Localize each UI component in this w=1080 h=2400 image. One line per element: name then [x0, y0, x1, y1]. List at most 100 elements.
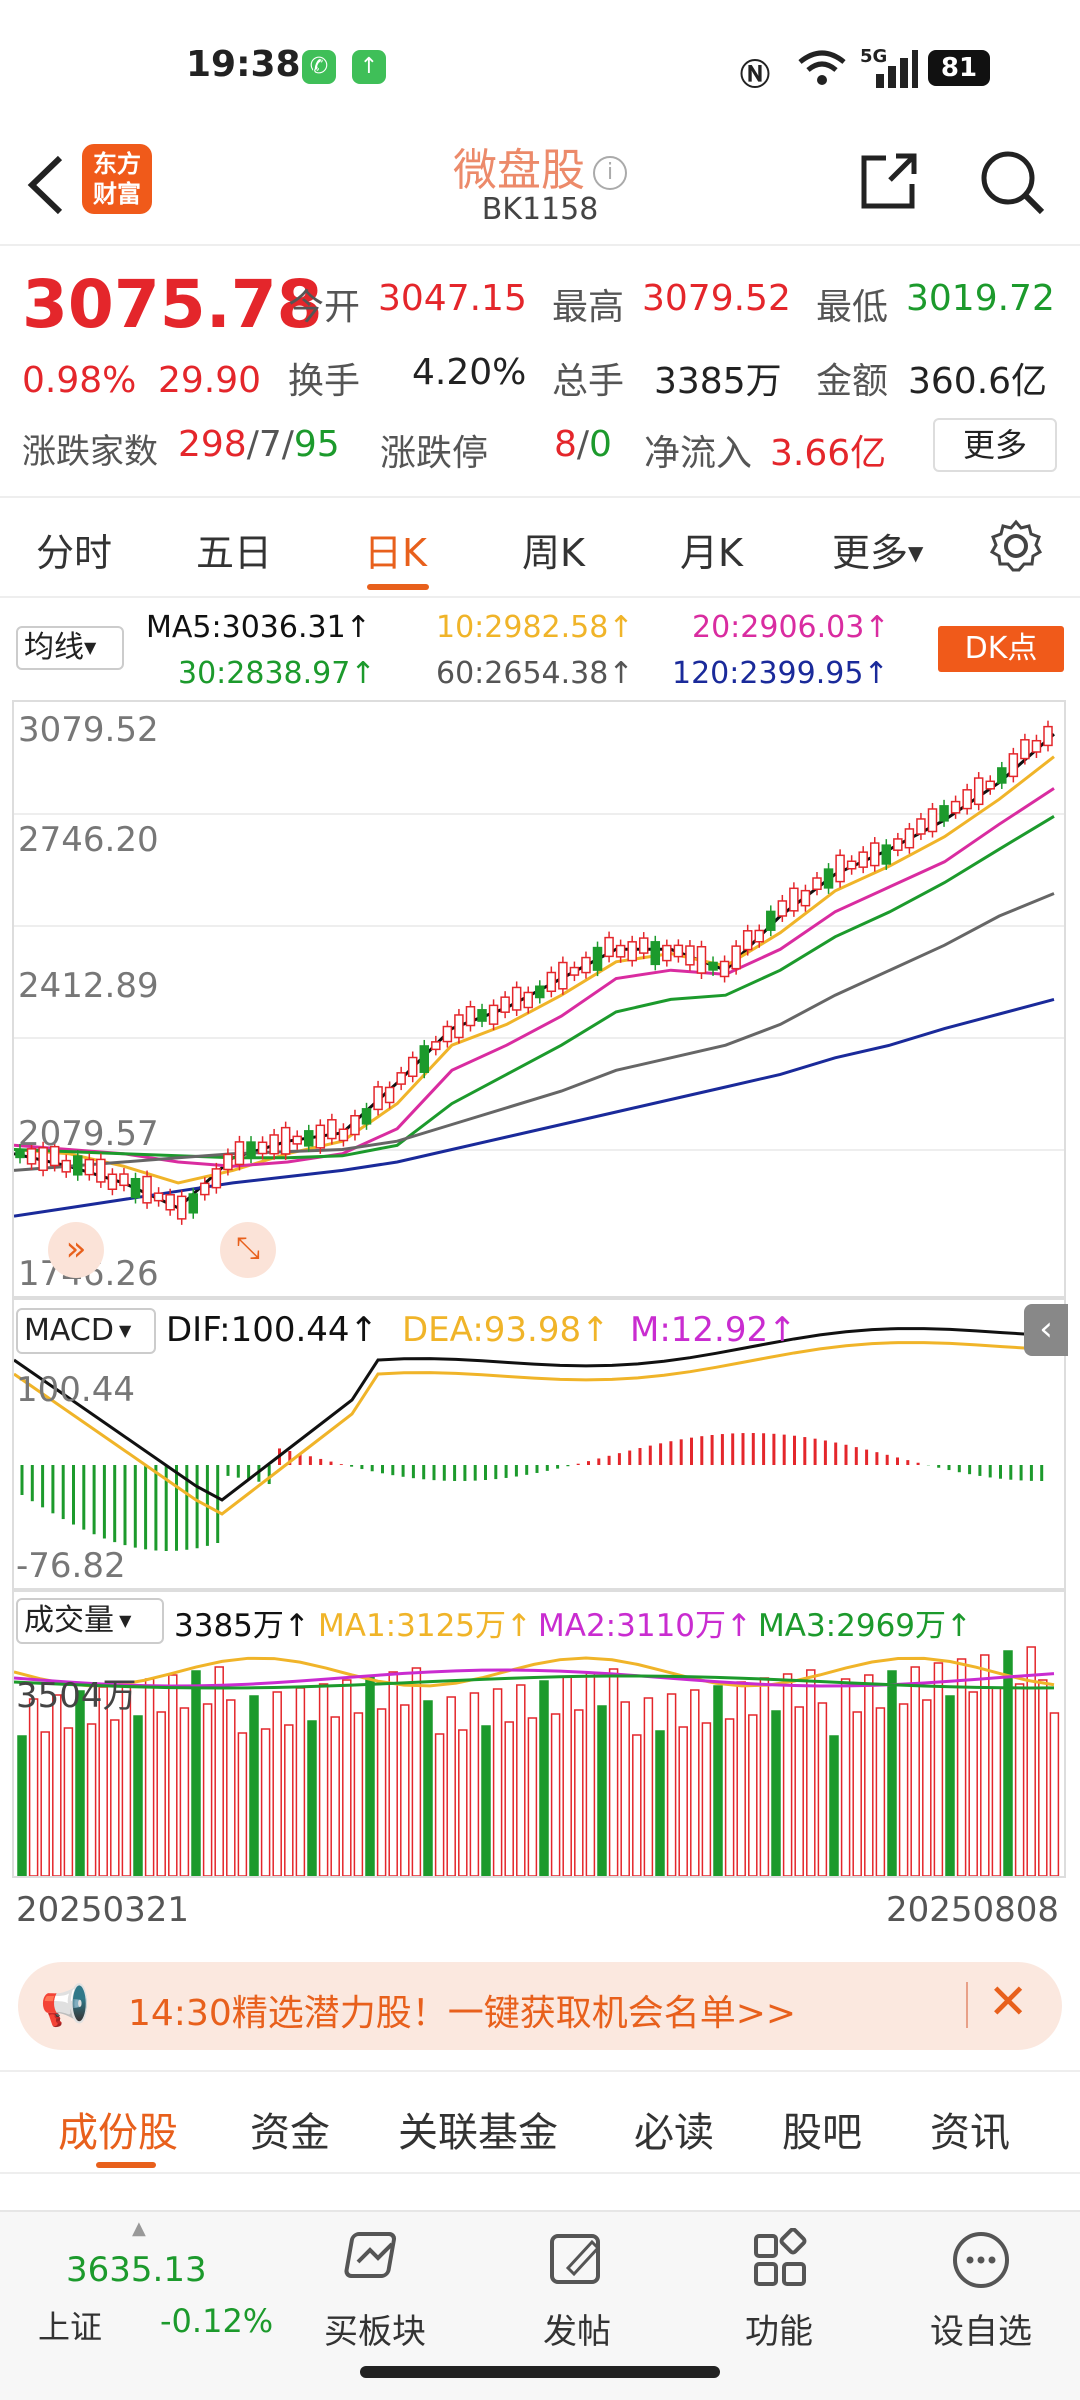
- ma-selector-label: 均线: [24, 630, 84, 665]
- volume-bar: [52, 1694, 62, 1876]
- candle: [581, 956, 591, 974]
- candle: [962, 789, 972, 810]
- candle: [304, 1130, 314, 1147]
- candle: [592, 946, 603, 971]
- volume-bar: [817, 1702, 828, 1876]
- close-icon[interactable]: ✕: [988, 1974, 1028, 2030]
- more-quote-button[interactable]: 更多: [933, 418, 1057, 472]
- tab-must-read[interactable]: 必读: [634, 2100, 714, 2158]
- index-name[interactable]: 上证: [38, 2302, 102, 2348]
- dk-point-button[interactable]: DK点: [938, 626, 1064, 672]
- promo-banner[interactable]: 📢 14:30精选潜力股！一键获取机会名单>> ✕: [18, 1962, 1062, 2050]
- volume-bar: [469, 1692, 480, 1876]
- volume-bar: [910, 1666, 920, 1876]
- tab-related-funds[interactable]: 关联基金: [398, 2100, 558, 2158]
- gear-icon[interactable]: [988, 518, 1044, 574]
- vol-ma3-text: MA3:2969万: [758, 1608, 947, 1644]
- up-arrow-icon: ↑: [608, 656, 634, 691]
- volume-bar: [434, 1733, 445, 1876]
- m-text: M:12.92: [630, 1310, 769, 1350]
- candle: [188, 1193, 199, 1214]
- tab-monthly-k[interactable]: 月K: [680, 522, 743, 577]
- amount-label: 金额: [816, 361, 889, 402]
- volume-bar: [632, 1734, 642, 1876]
- candle: [442, 1025, 453, 1043]
- tab-stock-forum[interactable]: 股吧: [782, 2100, 862, 2158]
- dif-text: DIF:100.44: [166, 1310, 350, 1350]
- candle: [431, 1041, 441, 1051]
- buy-board-button[interactable]: 买板块: [310, 2228, 440, 2353]
- search-icon[interactable]: [976, 146, 1048, 218]
- tab-news[interactable]: 资讯: [930, 2100, 1010, 2158]
- home-indicator: [360, 2366, 720, 2378]
- volume-bar: [678, 1726, 688, 1876]
- volume-bar: [411, 1667, 422, 1876]
- candle: [893, 838, 903, 851]
- functions-button[interactable]: 功能: [714, 2227, 844, 2353]
- ma60-text: 60:2654.38: [436, 656, 609, 691]
- candle: [130, 1177, 141, 1199]
- volume-bar: [17, 1735, 27, 1876]
- ma-line-ma10: [14, 755, 1055, 1185]
- low-value: 3019.72: [906, 278, 1055, 319]
- ma-line-ma5: [14, 732, 1055, 1210]
- candle: [685, 945, 695, 966]
- phone-app-icon: ✆: [302, 50, 336, 84]
- volume-bar: [237, 1732, 248, 1876]
- end-date: 20250808: [886, 1890, 1060, 1930]
- volume-selector[interactable]: 成交量 ▼: [16, 1598, 164, 1644]
- candle: [766, 910, 776, 931]
- tab-constituents[interactable]: 成份股: [58, 2100, 178, 2158]
- tab-more[interactable]: 更多▼: [832, 522, 923, 577]
- candle: [384, 1086, 395, 1104]
- candle: [708, 961, 718, 971]
- open-label: 今开: [288, 287, 361, 328]
- tab-capital[interactable]: 资金: [250, 2100, 330, 2158]
- nfc-icon: Ⓝ: [740, 58, 770, 93]
- ma-selector[interactable]: 均线▼: [16, 626, 124, 670]
- candle: [246, 1141, 256, 1158]
- volume-bar: [713, 1685, 723, 1876]
- candle: [292, 1135, 302, 1145]
- volume-bar: [1014, 1683, 1025, 1876]
- add-watchlist-button[interactable]: 设自选: [916, 2228, 1046, 2353]
- banner-text: 14:30精选潜力股！一键获取机会名单>>: [128, 1993, 797, 2034]
- collapse-panel-icon[interactable]: ‹: [1024, 1304, 1068, 1356]
- volume-bar: [539, 1680, 549, 1876]
- functions-label: 功能: [745, 2312, 813, 2352]
- fullscreen-icon[interactable]: ⤡: [220, 1222, 276, 1278]
- volume-bar: [1003, 1650, 1013, 1876]
- kline-chart[interactable]: 3079.52 2746.20 2412.89 2079.57 1746.26 …: [12, 700, 1066, 1298]
- candle: [673, 944, 684, 958]
- candle: [546, 971, 557, 993]
- macd-chart[interactable]: MACD ▼ DIF:100.44↑ DEA:93.98↑ M:12.92↑ ‹…: [12, 1298, 1068, 1590]
- index-value[interactable]: 3635.13: [66, 2250, 207, 2290]
- buy-board-icon: [344, 2232, 397, 2278]
- share-icon[interactable]: [856, 150, 920, 214]
- up-arrow-icon: ↑: [864, 610, 890, 645]
- buy-board-label: 买板块: [324, 2312, 426, 2352]
- candle: [569, 966, 580, 976]
- tab-weekly-k[interactable]: 周K: [522, 522, 585, 577]
- index-change[interactable]: -0.12%: [160, 2302, 273, 2340]
- expand-left-icon[interactable]: »: [48, 1222, 104, 1278]
- volume-chart[interactable]: 成交量 ▼ 3385万↑ MA1:3125万↑ MA2:3110万↑ MA3:2…: [12, 1590, 1066, 1878]
- macd-selector[interactable]: MACD ▼: [16, 1308, 156, 1354]
- candle: [904, 828, 915, 849]
- volume-bar: [620, 1701, 630, 1876]
- post-button[interactable]: 发帖: [512, 2228, 642, 2353]
- info-icon[interactable]: i: [593, 156, 627, 190]
- volume-bar: [492, 1688, 503, 1876]
- volume-bar: [782, 1673, 793, 1876]
- tab-daily-k[interactable]: 日K: [364, 522, 427, 577]
- volume-bar: [898, 1703, 909, 1876]
- chevron-up-icon[interactable]: ▲: [132, 2218, 146, 2239]
- limit-down: 0: [589, 424, 612, 465]
- volume-bar: [226, 1699, 236, 1876]
- tab-five-day[interactable]: 五日: [196, 522, 272, 577]
- volume-bar: [562, 1676, 572, 1876]
- tab-intraday[interactable]: 分时: [36, 522, 112, 577]
- volume-bar: [376, 1708, 387, 1876]
- signal-icon: [876, 50, 918, 88]
- volume-bar: [423, 1700, 433, 1876]
